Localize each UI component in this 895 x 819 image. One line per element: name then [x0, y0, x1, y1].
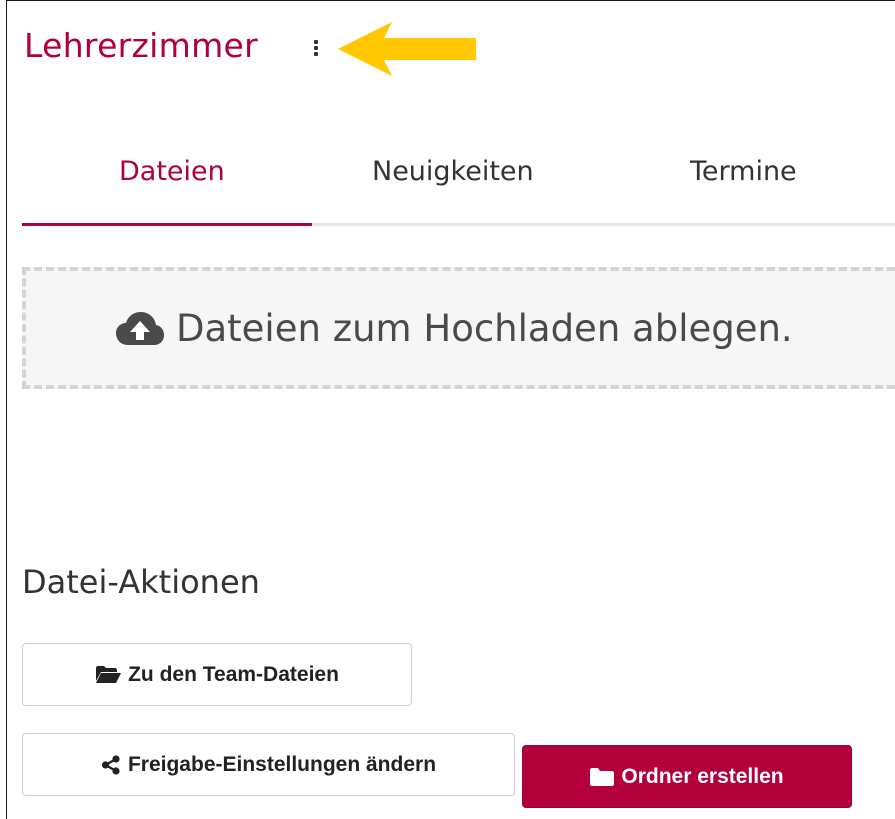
share-settings-button[interactable]: Freigabe-Einstellungen ändern — [22, 733, 515, 796]
active-tab-indicator — [22, 223, 312, 226]
arrow-left-icon — [338, 22, 476, 76]
folder-open-icon — [96, 665, 122, 683]
create-folder-label: Ordner erstellen — [621, 764, 784, 788]
team-files-button[interactable]: Zu den Team-Dateien — [22, 643, 412, 706]
share-settings-label: Freigabe-Einstellungen ändern — [127, 752, 437, 776]
tab-neuigkeiten[interactable]: Neuigkeiten — [372, 156, 534, 187]
page-title: Lehrerzimmer — [24, 26, 258, 65]
tab-termine[interactable]: Termine — [690, 156, 797, 187]
tab-bar: Dateien Neuigkeiten Termine — [22, 150, 895, 226]
create-folder-button[interactable]: Ordner erstellen — [522, 745, 852, 808]
team-files-label: Zu den Team-Dateien — [128, 662, 339, 686]
dropzone-text: Dateien zum Hochladen ablegen. — [176, 307, 793, 350]
share-icon — [101, 754, 120, 775]
section-title: Datei-Aktionen — [22, 563, 260, 601]
kebab-menu-icon[interactable] — [313, 40, 319, 56]
cloud-upload-icon — [116, 311, 164, 345]
tab-dateien[interactable]: Dateien — [119, 156, 225, 187]
folder-icon — [590, 767, 615, 786]
file-dropzone[interactable]: Dateien zum Hochladen ablegen. — [22, 267, 895, 389]
